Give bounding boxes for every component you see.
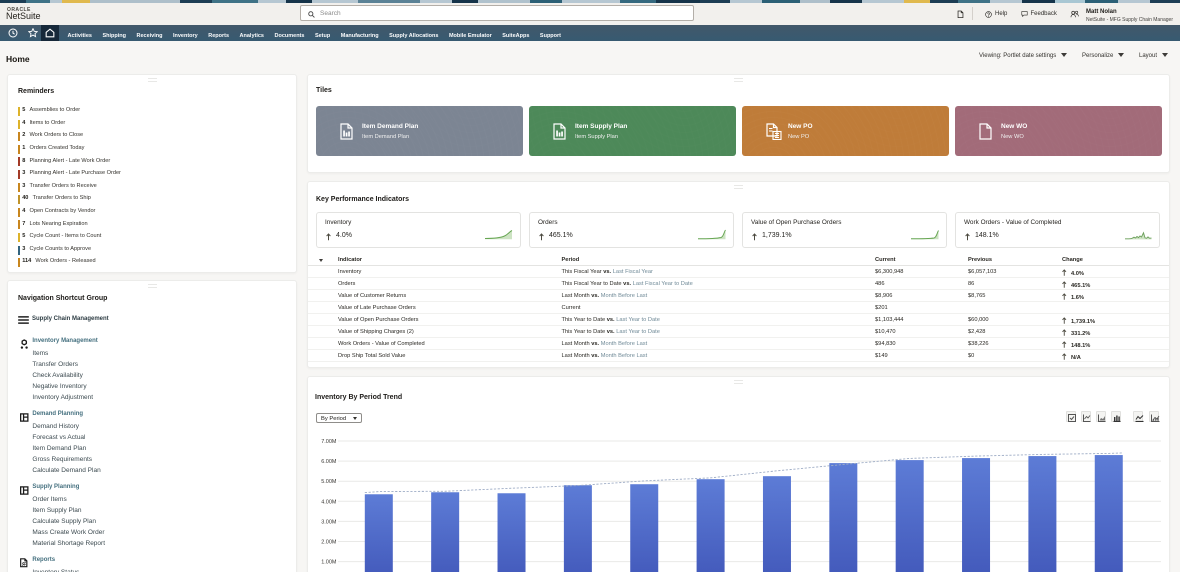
- svg-text:5.00M: 5.00M: [321, 479, 337, 485]
- svg-text:7.00M: 7.00M: [321, 439, 337, 445]
- svg-text:3.00M: 3.00M: [321, 519, 337, 525]
- svg-text:4.00M: 4.00M: [321, 499, 337, 505]
- svg-text:1.00M: 1.00M: [321, 560, 337, 566]
- svg-text:2.00M: 2.00M: [321, 540, 337, 546]
- svg-text:6.00M: 6.00M: [321, 459, 337, 465]
